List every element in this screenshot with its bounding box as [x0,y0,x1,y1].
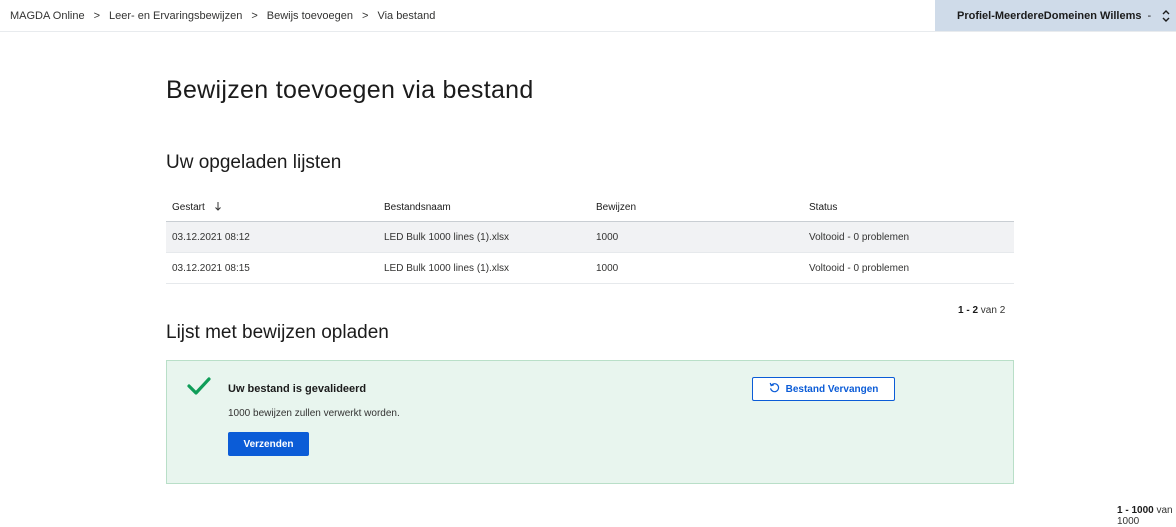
column-header-label: Gestart [172,201,205,213]
chevron-right-icon: > [362,9,369,22]
replace-file-button[interactable]: Bestand Vervangen [752,377,895,401]
alert-text: 1000 bewijzen zullen verwerkt worden. [228,408,400,419]
chevron-right-icon: > [251,9,258,22]
profile-dash: - [1147,9,1152,22]
cell-filename: LED Bulk 1000 lines (1).xlsx [378,221,590,253]
cell-started: 03.12.2021 08:15 [166,252,378,284]
refresh-icon [769,382,780,396]
arrow-down-icon [214,201,222,214]
uploads-pager: 1 - 2 van 2 [958,305,1005,316]
uploads-section-title: Uw opgeladen lijsten [166,152,342,173]
chevron-right-icon: > [93,9,101,22]
profile-switcher[interactable]: Profiel-MeerdereDomeinen Willems - [935,0,1176,31]
column-header-bewijzen: Bewijzen [590,193,803,222]
cell-status: Voltooid - 0 problemen [803,252,1014,284]
cell-count: 1000 [590,221,803,253]
page-title: Bewijzen toevoegen via bestand [166,76,534,104]
pager-total: van 2 [980,305,1006,316]
breadcrumb: MAGDA Online > Leer- en Ervaringsbewijze… [10,0,435,31]
column-header-bestandsnaam: Bestandsnaam [378,193,590,222]
breadcrumb-item-bewijs-toevoegen[interactable]: Bewijs toevoegen [267,10,353,22]
replace-file-label: Bestand Vervangen [785,383,879,395]
cell-started: 03.12.2021 08:12 [166,221,378,253]
cell-status: Voltooid - 0 problemen [803,221,1014,253]
column-header-gestart[interactable]: Gestart [166,193,378,222]
validation-alert: Uw bestand is gevalideerd 1000 bewijzen … [166,360,1014,484]
breadcrumb-item-leerbewijzen[interactable]: Leer- en Ervaringsbewijzen [109,10,242,22]
profile-name: Profiel-MeerdereDomeinen Willems [957,9,1142,22]
uploads-table: Gestart Bestandsnaam Bewijzen Status 03.… [166,193,1014,284]
cell-count: 1000 [590,252,803,284]
pager-range: 1 - 1000 [1117,505,1154,516]
top-bar: MAGDA Online > Leer- en Ervaringsbewijze… [0,0,1176,32]
check-icon [187,376,211,396]
table-header-row: Gestart Bestandsnaam Bewijzen Status [166,193,1014,222]
chevron-updown-icon [1161,9,1173,23]
upload-section-title: Lijst met bewijzen opladen [166,322,389,343]
breadcrumb-item-magda[interactable]: MAGDA Online [10,10,85,22]
cell-filename: LED Bulk 1000 lines (1).xlsx [378,252,590,284]
table-row[interactable]: 03.12.2021 08:12 LED Bulk 1000 lines (1)… [166,221,1014,253]
bottom-pager: 1 - 1000 van 1000 [1117,505,1176,527]
submit-button[interactable]: Verzenden [228,432,309,456]
column-header-status: Status [803,193,1014,222]
breadcrumb-item-via-bestand: Via bestand [377,9,436,22]
alert-title: Uw bestand is gevalideerd [228,383,367,395]
pager-range: 1 - 2 [958,305,979,316]
table-row[interactable]: 03.12.2021 08:15 LED Bulk 1000 lines (1)… [166,252,1014,284]
